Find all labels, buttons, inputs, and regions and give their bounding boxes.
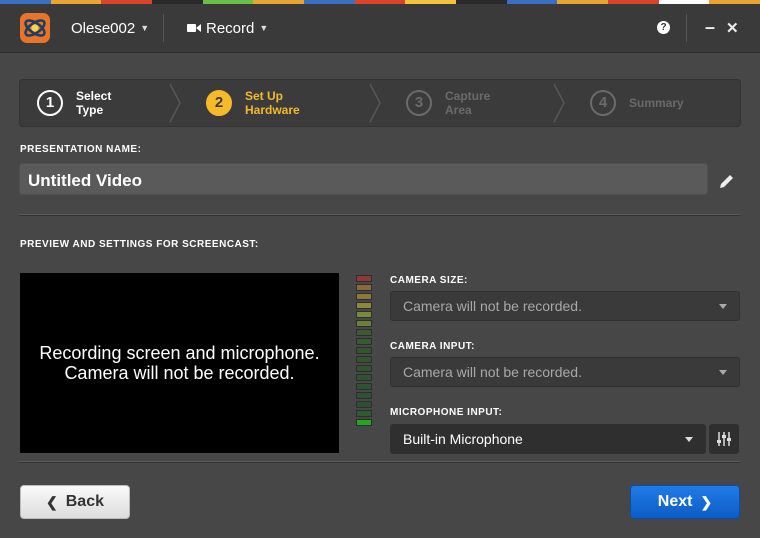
step-number: 1 [37,90,63,116]
divider [19,214,740,216]
level-meter-segment [356,401,372,408]
presentation-name-field[interactable]: Untitled Video [19,163,708,195]
chevron-down-icon: ▼ [259,23,269,33]
step-select-type[interactable]: 1 Select Type [37,80,146,126]
preview-section-label: PREVIEW AND SETTINGS FOR SCREENCAST: [20,239,259,250]
step-separator-icon [553,83,565,123]
presentation-name-label: PRESENTATION NAME: [20,144,142,155]
minimize-button[interactable]: – [705,17,715,38]
user-menu[interactable]: Olese002 ▼ [71,4,149,52]
help-icon[interactable]: ? [657,21,670,34]
level-meter-segment [356,392,372,399]
back-button-label: Back [65,493,104,510]
back-button[interactable]: ❮ Back [20,485,130,519]
divider [19,461,740,463]
screencast-preview: Recording screen and microphone. Camera … [20,273,339,453]
camera-input-value: Camera will not be recorded. [403,364,582,380]
level-meter-segment [356,374,372,381]
camera-input-label: CAMERA INPUT: [390,341,476,352]
app-logo-icon [20,13,50,43]
camera-size-select[interactable]: Camera will not be recorded. [390,291,740,321]
level-meter-segment [356,365,372,372]
level-meter-segment [356,293,372,300]
level-meter-segment [356,410,372,417]
audio-level-meter [356,275,372,428]
user-menu-label: Olese002 [71,19,136,37]
level-meter-segment [356,329,372,336]
step-number: 2 [206,90,232,116]
chevron-left-icon: ❮ [46,493,58,510]
next-button-label: Next [657,493,693,510]
microphone-settings-button[interactable] [709,424,739,454]
microphone-input-label: MICROPHONE INPUT: [390,407,503,418]
step-label: Summary [629,96,684,110]
level-meter-segment [356,347,372,354]
video-camera-icon [187,24,201,32]
pencil-icon[interactable] [718,172,736,190]
step-label: Capture Area [445,89,491,117]
level-meter-segment [356,275,372,282]
sliders-icon [717,432,731,446]
record-menu[interactable]: Record ▼ [187,4,268,52]
chevron-down-icon [719,370,727,375]
step-number: 4 [590,90,616,116]
step-set-up-hardware[interactable]: 2 Set Up Hardware [206,80,315,126]
step-label: Select Type [76,89,112,117]
chevron-down-icon: ▼ [140,23,150,33]
record-menu-label: Record [206,19,255,37]
chevron-right-icon: ❯ [700,493,713,510]
chevron-down-icon [719,304,727,309]
menu-divider [163,14,164,42]
level-meter-segment [356,302,372,309]
step-number: 3 [406,90,432,116]
title-bar: Olese002 ▼ Record ▼ ? – ✕ [0,4,760,53]
level-meter-segment [356,320,372,327]
level-meter-segment [356,419,372,426]
step-separator-icon [169,83,181,123]
level-meter-segment [356,284,372,291]
window-controls-divider [686,14,687,42]
camera-input-select[interactable]: Camera will not be recorded. [390,357,740,387]
microphone-input-value: Built-in Microphone [403,431,523,447]
next-button[interactable]: Next ❯ [630,485,740,519]
close-button[interactable]: ✕ [726,19,739,37]
wizard-steps: 1 Select Type 2 Set Up Hardware 3 Captur… [19,79,741,127]
level-meter-segment [356,338,372,345]
step-summary[interactable]: 4 Summary [590,80,699,126]
preview-message: Recording screen and microphone. Camera … [39,343,320,383]
level-meter-segment [356,311,372,318]
camera-size-value: Camera will not be recorded. [403,298,582,314]
camera-size-label: CAMERA SIZE: [390,275,468,286]
chevron-down-icon [685,437,693,442]
level-meter-segment [356,383,372,390]
step-label: Set Up Hardware [245,89,300,117]
step-capture-area[interactable]: 3 Capture Area [406,80,515,126]
step-separator-icon [369,83,381,123]
microphone-input-select[interactable]: Built-in Microphone [390,424,706,454]
level-meter-segment [356,356,372,363]
